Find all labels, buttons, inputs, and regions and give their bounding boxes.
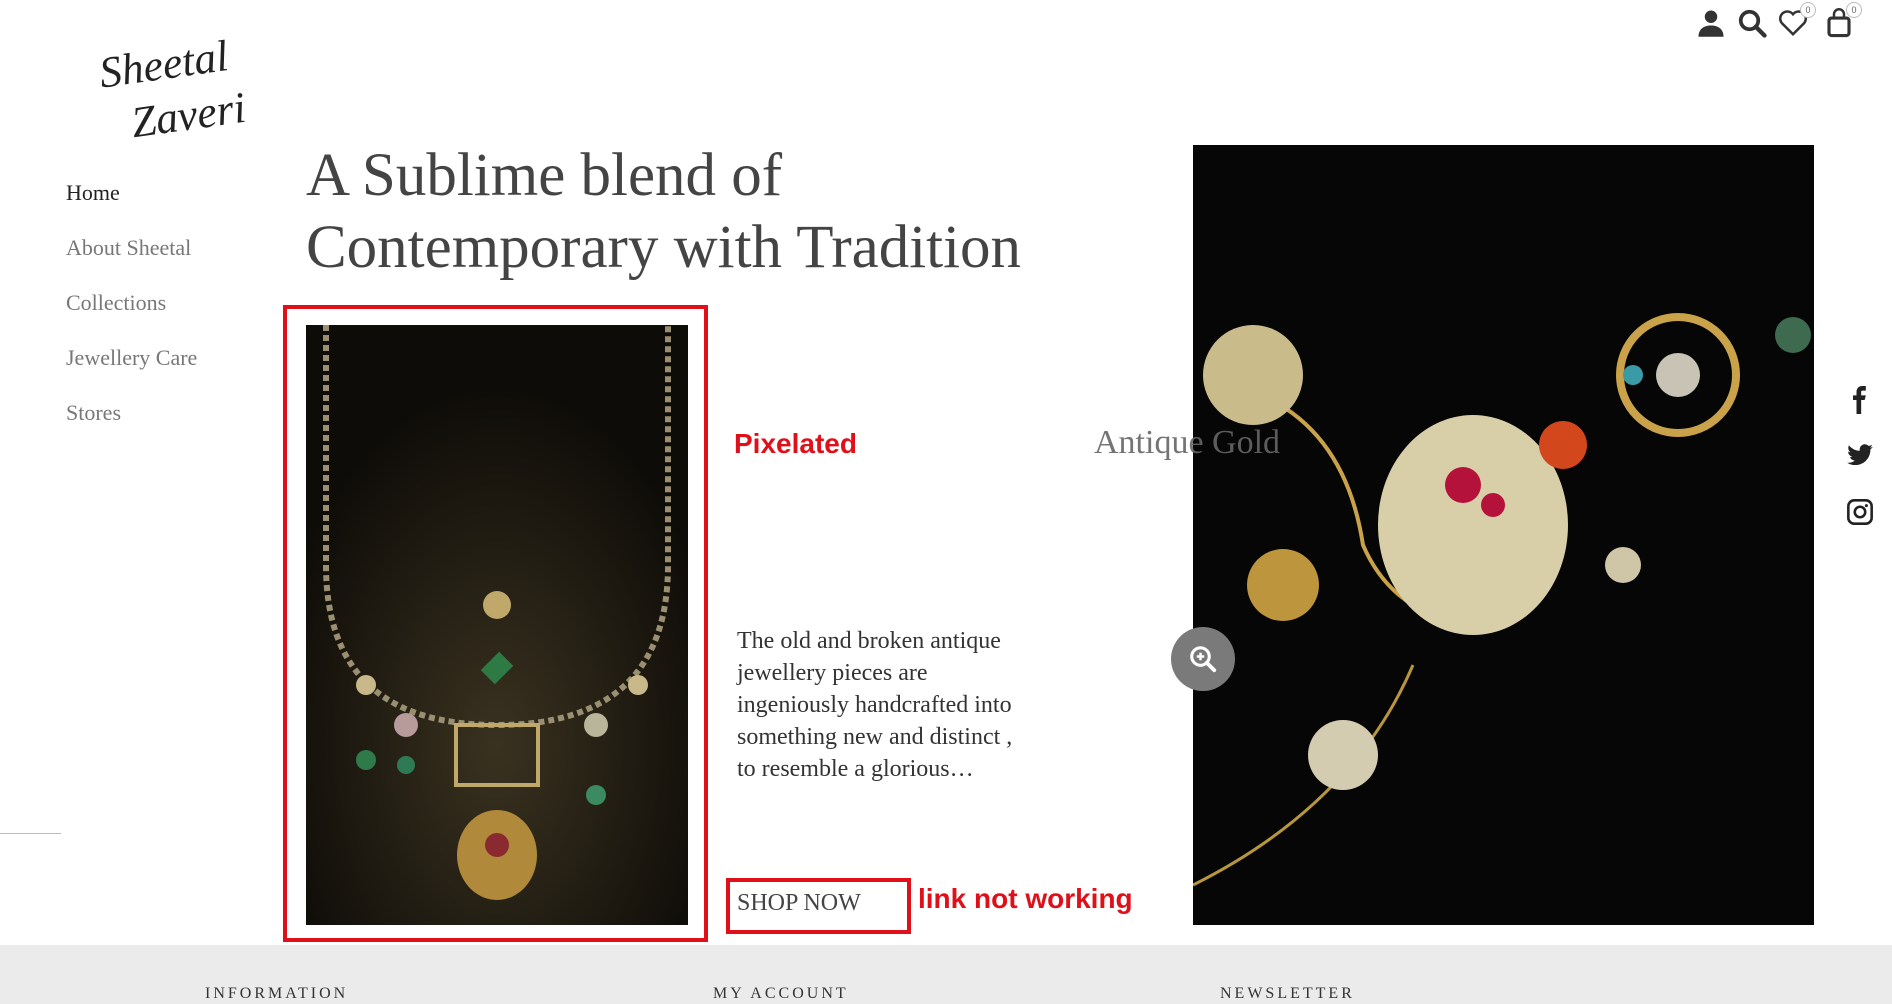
- annotation-link-box: [726, 878, 911, 934]
- zoom-button[interactable]: [1171, 627, 1235, 691]
- annotation-link-label: link not working: [918, 883, 1133, 914]
- collection-label: Antique Gold: [1094, 424, 1281, 461]
- annotation-pixelated-box: [283, 305, 708, 942]
- headline-line-1: A Sublime blend of: [306, 142, 783, 209]
- main-nav: Home About Sheetal Collections Jewellery…: [66, 180, 197, 455]
- search-icon[interactable]: [1737, 8, 1767, 38]
- cart-count-badge: 0: [1846, 2, 1862, 18]
- nav-item-stores[interactable]: Stores: [66, 400, 197, 425]
- logo-line-2: Zaveri: [128, 83, 249, 142]
- footer-heading-newsletter: NEWSLETTER: [1220, 985, 1355, 1002]
- footer-heading-information: INFORMATION: [205, 985, 349, 1002]
- headline-line-2: Contemporary with Tradition: [306, 214, 1022, 281]
- nav-item-home[interactable]: Home: [66, 180, 197, 205]
- brand-logo[interactable]: Sheetal Zaveri: [96, 31, 276, 147]
- nav-item-collections[interactable]: Collections: [66, 290, 197, 315]
- collection-description: The old and broken antique jewellery pie…: [737, 628, 1013, 782]
- cart-icon[interactable]: 0: [1824, 2, 1862, 38]
- facebook-icon[interactable]: [1846, 386, 1874, 414]
- wishlist-icon[interactable]: 0: [1778, 2, 1816, 38]
- nav-item-jewellery-care[interactable]: Jewellery Care: [66, 345, 197, 370]
- wishlist-count-badge: 0: [1800, 2, 1816, 18]
- page-headline: A Sublime blend of Contemporary with Tra…: [306, 140, 1106, 284]
- nav-divider: [0, 833, 61, 834]
- account-icon[interactable]: [1696, 8, 1726, 38]
- annotation-pixelated-label: Pixelated: [734, 428, 857, 459]
- footer-heading-my-account: MY ACCOUNT: [713, 985, 849, 1002]
- twitter-icon[interactable]: [1846, 441, 1874, 469]
- nav-item-about[interactable]: About Sheetal: [66, 235, 197, 260]
- instagram-icon[interactable]: [1846, 498, 1874, 526]
- zoom-in-icon: [1190, 646, 1217, 673]
- collection-hero-image[interactable]: [1193, 145, 1814, 925]
